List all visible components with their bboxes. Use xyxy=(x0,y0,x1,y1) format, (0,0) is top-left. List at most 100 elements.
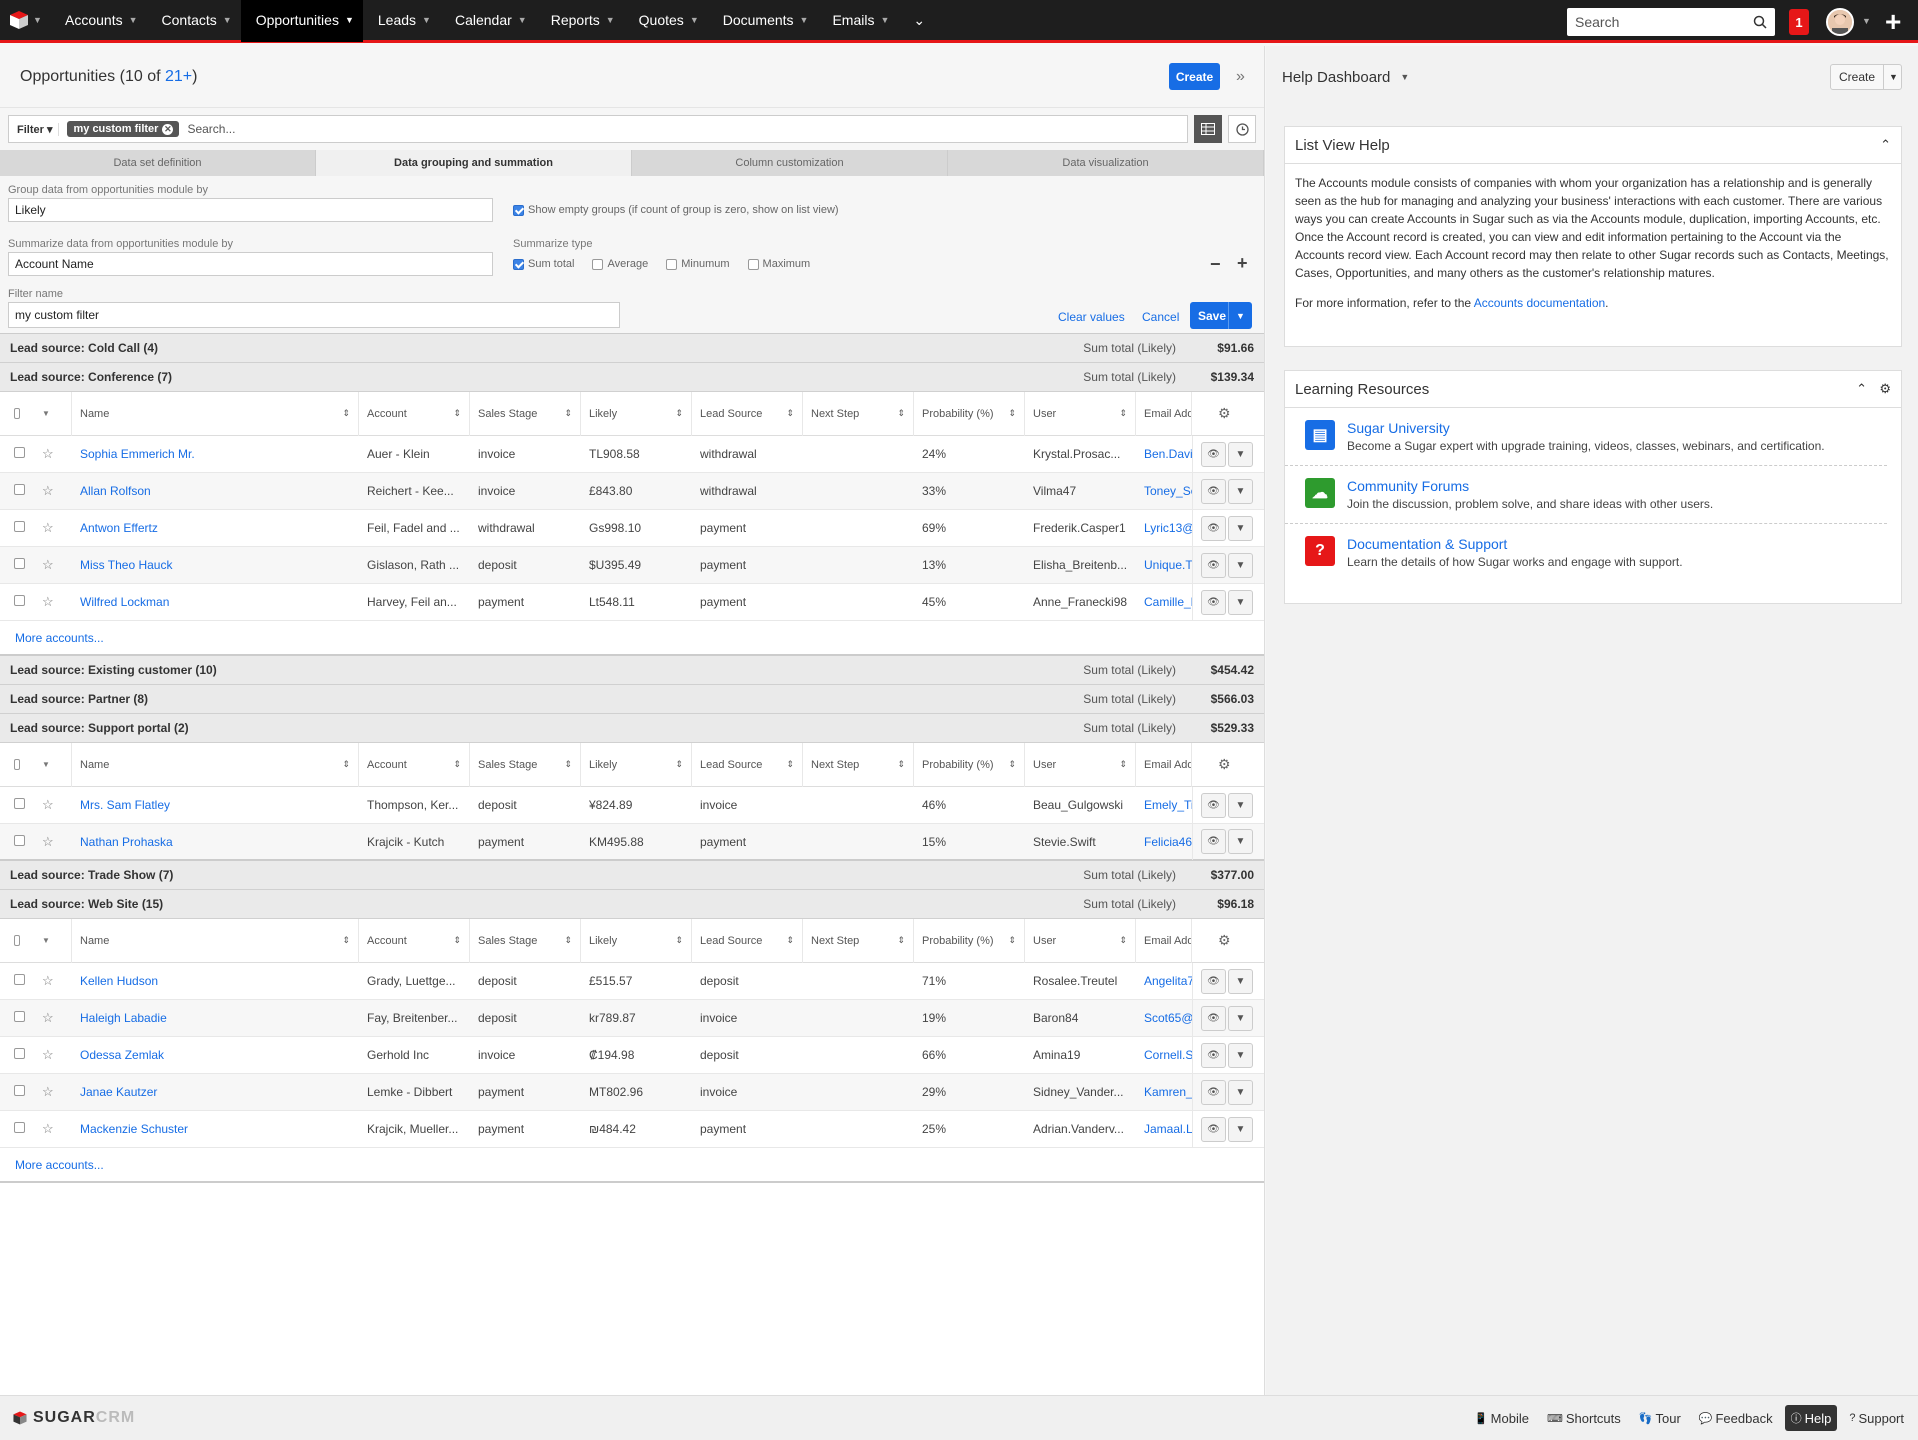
column-header-prob[interactable]: Probability (%) ⇕ xyxy=(914,742,1025,787)
sort-icon[interactable]: ⇕ xyxy=(786,935,794,946)
chevron-down-icon[interactable]: ▼ xyxy=(1883,65,1903,89)
column-header-account[interactable]: Account ⇕ xyxy=(359,391,470,436)
column-header-email[interactable]: Email Add xyxy=(1136,742,1192,787)
star-icon[interactable]: ☆ xyxy=(42,557,54,572)
favorite-star[interactable]: ☆ xyxy=(28,973,72,989)
group-by-select[interactable]: Likely xyxy=(8,198,493,222)
mass-actions-dropdown[interactable]: ▼ xyxy=(28,391,72,436)
chevron-down-icon[interactable]: ▼ xyxy=(42,409,50,418)
preview-eye-icon[interactable]: 👁 xyxy=(1201,441,1226,467)
cell-name[interactable]: Mackenzie Schuster xyxy=(72,1122,359,1136)
chevron-down-icon[interactable]: ▼ xyxy=(129,15,138,25)
sort-icon[interactable]: ⇕ xyxy=(1119,935,1127,946)
select-all-checkbox[interactable] xyxy=(0,919,28,963)
chevron-down-icon[interactable]: ▼ xyxy=(800,15,809,25)
column-header-next[interactable]: Next Step ⇕ xyxy=(803,918,914,963)
column-header-prob[interactable]: Probability (%) ⇕ xyxy=(914,391,1025,436)
cell-name[interactable]: Wilfred Lockman xyxy=(72,595,359,609)
favorite-star[interactable]: ☆ xyxy=(28,446,72,462)
checkbox-icon[interactable] xyxy=(14,1122,25,1133)
favorite-star[interactable]: ☆ xyxy=(28,483,72,499)
resource-link[interactable]: Documentation & Support xyxy=(1347,536,1507,552)
row-actions-dropdown[interactable]: ▼ xyxy=(1228,515,1253,541)
checkbox-icon[interactable] xyxy=(14,834,25,846)
row-actions-dropdown[interactable]: ▼ xyxy=(1228,1042,1253,1068)
cell-name[interactable]: Kellen Hudson xyxy=(72,974,359,988)
checkbox-icon[interactable] xyxy=(14,798,25,809)
create-button[interactable]: Create xyxy=(1169,63,1220,90)
footer-help-link[interactable]: ⓘ Help xyxy=(1784,1405,1838,1431)
sort-icon[interactable]: ⇕ xyxy=(675,408,683,419)
table-row[interactable]: ☆ Mackenzie Schuster Krajcik, Mueller... pa… xyxy=(0,1110,1264,1148)
cell-email[interactable]: Unique.T xyxy=(1136,558,1192,572)
nav-item-leads[interactable]: Leads ▼ xyxy=(363,0,440,42)
checkbox-icon[interactable] xyxy=(14,1085,25,1096)
sort-icon[interactable]: ⇕ xyxy=(564,759,572,770)
star-icon[interactable]: ☆ xyxy=(42,446,54,461)
favorite-star[interactable]: ☆ xyxy=(28,520,72,536)
clear-values-link[interactable]: Clear values xyxy=(1058,310,1125,324)
email-link[interactable]: Scot65@ xyxy=(1144,1011,1192,1025)
star-icon[interactable]: ☆ xyxy=(42,973,54,988)
checkbox-icon[interactable] xyxy=(14,595,25,606)
column-header-next[interactable]: Next Step ⇕ xyxy=(803,391,914,436)
add-row-icon[interactable]: + xyxy=(1237,253,1248,274)
row-checkbox[interactable] xyxy=(0,1011,28,1025)
filter-search-input[interactable]: Search... xyxy=(187,122,235,136)
checkbox-icon[interactable] xyxy=(14,521,25,532)
row-checkbox[interactable] xyxy=(0,447,28,461)
column-header-likely[interactable]: Likely ⇕ xyxy=(581,391,692,436)
more-accounts-link[interactable]: More accounts... xyxy=(15,1158,104,1172)
email-link[interactable]: Ben.Davi xyxy=(1144,447,1192,461)
sort-icon[interactable]: ⇕ xyxy=(564,935,572,946)
cell-name[interactable]: Antwon Effertz xyxy=(72,521,359,535)
filter-box[interactable]: Filter ▾ my custom filter ✕ Search... xyxy=(8,115,1188,143)
email-link[interactable]: Felicia46 xyxy=(1144,835,1192,849)
group-header[interactable]: Lead source: Conference (7) Sum total (Li… xyxy=(0,363,1264,392)
name-link[interactable]: Sophia Emmerich Mr. xyxy=(80,447,195,461)
cell-name[interactable]: Janae Kautzer xyxy=(72,1085,359,1099)
collapse-sidebar-icon[interactable]: » xyxy=(1236,68,1245,86)
column-header-email[interactable]: Email Add xyxy=(1136,391,1192,436)
preview-eye-icon[interactable]: 👁 xyxy=(1201,1005,1226,1031)
star-icon[interactable]: ☆ xyxy=(42,483,54,498)
gear-icon[interactable]: ⚙ xyxy=(1200,405,1231,422)
tab-column-customization[interactable]: Column customization xyxy=(632,150,948,176)
chevron-down-icon[interactable]: ▼ xyxy=(518,15,527,25)
sort-icon[interactable]: ⇕ xyxy=(453,408,461,419)
column-header-name[interactable]: Name ⇕ xyxy=(72,742,359,787)
sort-icon[interactable]: ⇕ xyxy=(897,408,905,419)
email-link[interactable]: Jamaal.L xyxy=(1144,1122,1192,1136)
checkbox-icon[interactable] xyxy=(14,484,25,495)
favorite-star[interactable]: ☆ xyxy=(28,834,72,850)
cell-name[interactable]: Allan Rolfson xyxy=(72,484,359,498)
column-header-name[interactable]: Name ⇕ xyxy=(72,391,359,436)
sort-icon[interactable]: ⇕ xyxy=(1008,759,1016,770)
cell-email[interactable]: Felicia46 xyxy=(1136,835,1192,849)
email-link[interactable]: Angelita7 xyxy=(1144,974,1192,988)
quick-create-button[interactable]: + xyxy=(1885,6,1901,38)
row-checkbox[interactable] xyxy=(0,595,28,609)
summarize-by-select[interactable]: Account Name xyxy=(8,252,493,276)
nav-item-calendar[interactable]: Calendar ▼ xyxy=(440,0,536,42)
tab-data-visualization[interactable]: Data visualization xyxy=(948,150,1264,176)
cancel-link[interactable]: Cancel xyxy=(1142,310,1179,324)
cell-name[interactable]: Sophia Emmerich Mr. xyxy=(72,447,359,461)
row-checkbox[interactable] xyxy=(0,484,28,498)
chevron-down-icon[interactable]: ▼ xyxy=(690,15,699,25)
user-avatar[interactable] xyxy=(1826,8,1854,36)
preview-eye-icon[interactable]: 👁 xyxy=(1201,589,1226,615)
footer-feedback-link[interactable]: 💬 Feedback xyxy=(1693,1406,1779,1431)
row-actions-dropdown[interactable]: ▼ xyxy=(1228,1116,1253,1142)
gear-icon[interactable]: ⚙ xyxy=(1879,381,1891,397)
column-header-user[interactable]: User ⇕ xyxy=(1025,391,1136,436)
name-link[interactable]: Mrs. Sam Flatley xyxy=(80,798,170,812)
email-link[interactable]: Emely_Ti xyxy=(1144,798,1192,812)
row-actions-dropdown[interactable]: ▼ xyxy=(1228,589,1253,615)
row-checkbox[interactable] xyxy=(0,558,28,572)
remove-filter-icon[interactable]: ✕ xyxy=(162,123,174,135)
favorite-star[interactable]: ☆ xyxy=(28,1084,72,1100)
table-row[interactable]: ☆ Antwon Effertz Feil, Fadel and ... withdr… xyxy=(0,509,1264,547)
sugar-logo-menu[interactable]: ▼ xyxy=(0,0,50,42)
star-icon[interactable]: ☆ xyxy=(42,1121,54,1136)
